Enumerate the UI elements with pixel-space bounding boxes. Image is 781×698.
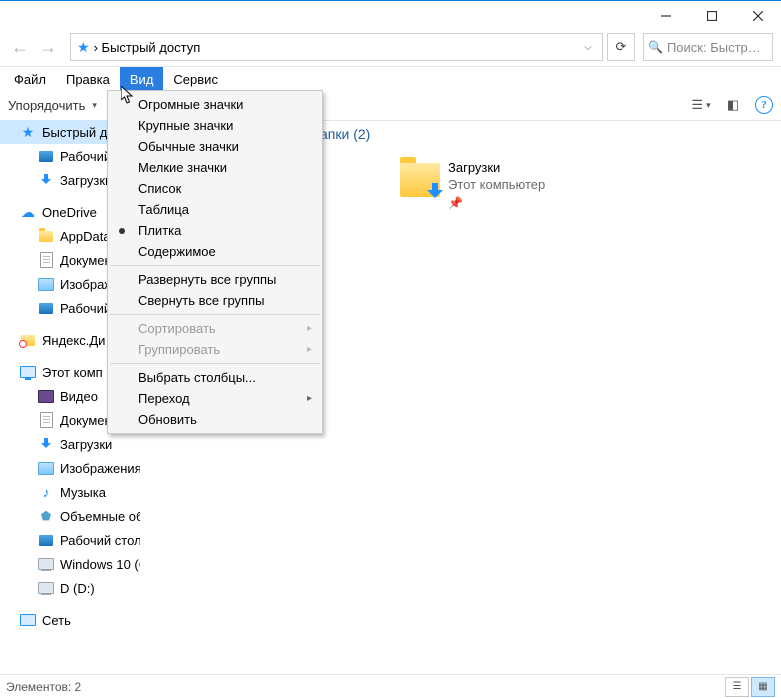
- menu-bar: Файл Правка Вид Сервис: [0, 66, 781, 92]
- chevron-right-icon: ▸: [307, 344, 312, 355]
- preview-pane-button[interactable]: ◧: [723, 95, 743, 115]
- close-button[interactable]: [735, 1, 781, 31]
- star-icon: ★: [20, 124, 36, 140]
- chevron-down-icon: ▾: [92, 100, 97, 111]
- picture-icon: [38, 276, 54, 292]
- menu-tools[interactable]: Сервис: [163, 67, 228, 91]
- download-overlay-icon: [426, 183, 444, 201]
- title-bar: [0, 1, 781, 31]
- folder-name: Загрузки: [448, 160, 545, 177]
- status-bar: Элементов: 2 ☰ ▦: [0, 674, 781, 698]
- drive-icon: [38, 580, 54, 596]
- network-icon: [20, 612, 36, 628]
- folder-icon: [38, 228, 54, 244]
- search-placeholder: Поиск: Быстрый …: [667, 40, 768, 55]
- refresh-icon: ⟳: [616, 39, 627, 55]
- document-icon: [38, 252, 54, 268]
- tree-drive-d[interactable]: D (D:): [0, 576, 140, 600]
- document-icon: [38, 412, 54, 428]
- search-input[interactable]: 🔍 Поиск: Быстрый …: [643, 33, 773, 61]
- download-icon: [38, 172, 54, 188]
- search-icon: 🔍: [648, 40, 663, 54]
- minimize-button[interactable]: [643, 1, 689, 31]
- view-tiles-button[interactable]: ▦: [751, 677, 775, 697]
- menu-separator: [110, 363, 320, 364]
- menu-view[interactable]: Вид: [120, 67, 164, 91]
- tree-pictures2[interactable]: Изображения: [0, 456, 140, 480]
- menu-separator: [110, 314, 320, 315]
- folder-icon: [400, 163, 440, 197]
- menu-file[interactable]: Файл: [4, 67, 56, 91]
- breadcrumb-chev: ›: [94, 40, 98, 55]
- address-bar-row: ← → ★ › Быстрый доступ ⌵ ⟳ 🔍 Поиск: Быст…: [0, 32, 781, 62]
- menu-sort: Сортировать▸: [108, 318, 322, 339]
- tree-drive-c[interactable]: Windows 10 (C:): [0, 552, 140, 576]
- section-header[interactable]: апки (2): [320, 126, 370, 142]
- view-dropdown-menu: Огромные значки Крупные значки Обычные з…: [107, 90, 323, 434]
- download-icon: [38, 436, 54, 452]
- forward-button[interactable]: →: [36, 35, 60, 59]
- maximize-button[interactable]: [689, 1, 735, 31]
- folder-location: Этот компьютер: [448, 177, 545, 194]
- tree-music[interactable]: ♪Музыка: [0, 480, 140, 504]
- cloud-icon: ☁: [20, 204, 36, 220]
- menu-columns[interactable]: Выбрать столбцы...: [108, 367, 322, 388]
- bullet-icon: [119, 228, 125, 234]
- menu-edit[interactable]: Правка: [56, 67, 120, 91]
- menu-small-icons[interactable]: Мелкие значки: [108, 157, 322, 178]
- menu-expand-groups[interactable]: Развернуть все группы: [108, 269, 322, 290]
- music-icon: ♪: [38, 484, 54, 500]
- desktop-icon: [38, 532, 54, 548]
- video-icon: [38, 388, 54, 404]
- chevron-down-icon: ▾: [706, 100, 711, 111]
- folder-item-downloads[interactable]: Загрузки Этот компьютер 📌: [400, 160, 545, 211]
- chevron-right-icon: ▸: [307, 393, 312, 404]
- menu-huge-icons[interactable]: Огромные значки: [108, 94, 322, 115]
- view-details-button[interactable]: ☰: [725, 677, 749, 697]
- menu-group: Группировать▸: [108, 339, 322, 360]
- refresh-button[interactable]: ⟳: [607, 33, 635, 61]
- menu-medium-icons[interactable]: Обычные значки: [108, 136, 322, 157]
- tree-3d-objects[interactable]: ⬟Объемные объ: [0, 504, 140, 528]
- drive-icon: [38, 556, 54, 572]
- desktop-icon: [38, 148, 54, 164]
- menu-refresh[interactable]: Обновить: [108, 409, 322, 430]
- menu-table-view[interactable]: Таблица: [108, 199, 322, 220]
- tree-network[interactable]: Сеть: [0, 608, 140, 632]
- yandex-disk-icon: [20, 332, 36, 348]
- menu-large-icons[interactable]: Крупные значки: [108, 115, 322, 136]
- layout-options-button[interactable]: ☰▾: [691, 95, 711, 115]
- quick-access-icon: ★: [77, 39, 90, 56]
- status-item-count: Элементов: 2: [6, 680, 81, 694]
- menu-tiles-view[interactable]: Плитка: [108, 220, 322, 241]
- breadcrumb-dropdown[interactable]: ⌵: [578, 34, 598, 60]
- breadcrumb-root[interactable]: Быстрый доступ: [102, 40, 201, 55]
- back-button[interactable]: ←: [8, 35, 32, 59]
- pin-icon: 📌: [448, 196, 545, 212]
- menu-content-view[interactable]: Содержимое: [108, 241, 322, 262]
- cube-icon: ⬟: [38, 508, 54, 524]
- menu-list-view[interactable]: Список: [108, 178, 322, 199]
- tree-desktop3[interactable]: Рабочий стол: [0, 528, 140, 552]
- menu-goto[interactable]: Переход▸: [108, 388, 322, 409]
- chevron-right-icon: ▸: [307, 323, 312, 334]
- picture-icon: [38, 460, 54, 476]
- organize-label: Упорядочить: [8, 98, 85, 113]
- monitor-icon: [20, 364, 36, 380]
- menu-separator: [110, 265, 320, 266]
- menu-collapse-groups[interactable]: Свернуть все группы: [108, 290, 322, 311]
- organize-button[interactable]: Упорядочить ▾: [8, 98, 97, 113]
- tree-downloads2[interactable]: Загрузки: [0, 432, 140, 456]
- desktop-icon: [38, 300, 54, 316]
- breadcrumb[interactable]: ★ › Быстрый доступ ⌵: [70, 33, 603, 61]
- help-button[interactable]: ?: [755, 96, 773, 114]
